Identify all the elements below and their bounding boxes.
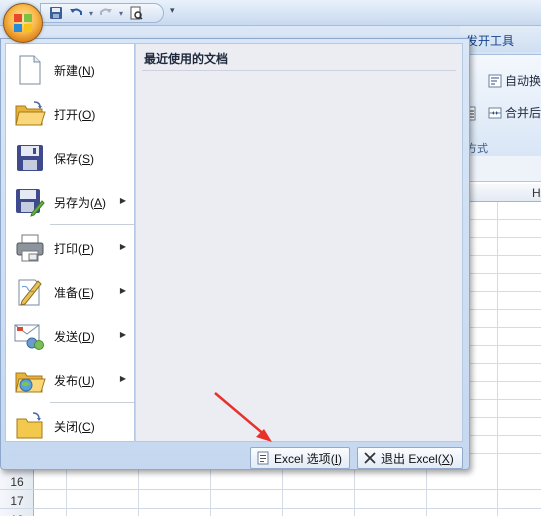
grid-line <box>466 381 541 382</box>
excel-options-label: Excel 选项(I) <box>274 451 343 466</box>
open-folder-icon <box>14 98 46 130</box>
options-document-icon <box>257 451 269 465</box>
redo-icon[interactable] <box>97 5 115 21</box>
redo-dropdown-icon[interactable]: ▾ <box>117 9 125 18</box>
undo-icon[interactable] <box>67 5 85 21</box>
office-button[interactable] <box>3 3 43 43</box>
row-header-16[interactable]: 16 <box>0 475 34 489</box>
grid-line <box>466 453 541 454</box>
submenu-arrow-icon: ▶ <box>119 242 126 251</box>
grid-line <box>0 508 541 509</box>
grid-line <box>66 470 67 516</box>
grid-line <box>466 399 541 400</box>
recent-documents-divider <box>142 70 456 71</box>
menu-item-print[interactable]: 打印(P) ▶ <box>6 226 134 270</box>
grid-line <box>0 489 541 490</box>
excel-options-button[interactable]: Excel 选项(I) <box>250 447 350 469</box>
merge-center-button[interactable]: 合并后 <box>488 104 541 121</box>
recent-documents-title: 最近使用的文档 <box>144 52 229 66</box>
menu-item-prepare[interactable]: 准备(E) ▶ <box>6 270 134 314</box>
office-menu-footer: Excel 选项(I) 退出 Excel(X) <box>1 444 469 470</box>
menu-item-save[interactable]: 保存(S) <box>6 136 134 180</box>
grid-line <box>354 470 355 516</box>
new-document-icon <box>14 54 46 86</box>
grid-line <box>497 470 498 516</box>
tab-developer[interactable]: 发开工具 <box>466 32 514 49</box>
office-logo-icon <box>14 14 32 32</box>
menu-item-label: 发送(D) <box>54 329 95 344</box>
grid-line <box>466 237 541 238</box>
grid-line <box>466 273 541 274</box>
merge-cells-icon <box>488 107 502 118</box>
grid-line <box>210 470 211 516</box>
customize-qat-icon[interactable]: ▾ <box>170 5 175 16</box>
menu-item-label: 保存(S) <box>54 151 95 166</box>
menu-item-label: 准备(E) <box>54 285 95 300</box>
column-header-h[interactable]: H <box>532 186 541 200</box>
menu-item-label: 打开(O) <box>54 107 96 122</box>
grid-line <box>466 435 541 436</box>
grid-line <box>466 219 541 220</box>
grid-line <box>282 470 283 516</box>
grid-line <box>466 417 541 418</box>
submenu-arrow-icon: ▶ <box>119 374 126 383</box>
wrap-text-label: 自动换 <box>505 74 541 88</box>
menu-item-new[interactable]: 新建(N) <box>6 48 134 92</box>
close-icon <box>364 452 376 464</box>
publish-folder-icon <box>14 364 46 396</box>
menu-item-send[interactable]: 发送(D) ▶ <box>6 314 134 358</box>
undo-dropdown-icon[interactable]: ▾ <box>87 9 95 18</box>
save-disk-icon <box>14 142 46 174</box>
menu-separator <box>50 402 134 403</box>
menu-item-label: 另存为(A) <box>54 195 107 210</box>
close-folder-icon <box>14 410 46 442</box>
column-header-bar <box>460 184 541 202</box>
save-as-icon <box>14 186 46 218</box>
printer-icon <box>14 232 46 264</box>
exit-excel-button[interactable]: 退出 Excel(X) <box>357 447 463 469</box>
merge-center-label: 合并后 <box>505 106 541 120</box>
print-preview-icon[interactable] <box>127 5 145 21</box>
quick-access-toolbar: ▾ ▾ <box>40 3 164 23</box>
menu-item-publish[interactable]: 发布(U) ▶ <box>6 358 134 402</box>
wrap-text-button[interactable]: 自动换 <box>488 72 541 89</box>
menu-item-save-as[interactable]: 另存为(A) ▶ <box>6 180 134 224</box>
grid-line <box>466 363 541 364</box>
menu-item-label: 发布(U) <box>54 373 95 388</box>
row-header-17[interactable]: 17 <box>0 494 34 508</box>
submenu-arrow-icon: ▶ <box>119 196 126 205</box>
save-icon[interactable] <box>47 5 65 21</box>
grid-line <box>466 345 541 346</box>
formula-bar[interactable] <box>460 156 541 182</box>
menu-separator <box>50 224 134 225</box>
grid-line <box>466 327 541 328</box>
grid-line <box>466 291 541 292</box>
wrap-text-icon <box>488 74 502 87</box>
grid-line <box>466 255 541 256</box>
office-menu-commands: 新建(N) 打开(O) 保存(S) 另存为(A) ▶ 打印(P) ▶ 准备(E)… <box>5 43 135 442</box>
office-menu: 新建(N) 打开(O) 保存(S) 另存为(A) ▶ 打印(P) ▶ 准备(E)… <box>0 38 470 470</box>
prepare-pen-icon <box>14 276 46 308</box>
grid-line <box>426 470 427 516</box>
send-mail-icon <box>14 320 46 352</box>
menu-item-label: 打印(P) <box>54 241 95 256</box>
submenu-arrow-icon: ▶ <box>119 286 126 295</box>
grid-line <box>466 309 541 310</box>
grid-line <box>497 202 498 472</box>
menu-item-close[interactable]: 关闭(C) <box>6 404 134 448</box>
submenu-arrow-icon: ▶ <box>119 330 126 339</box>
grid-line <box>138 470 139 516</box>
exit-excel-label: 退出 Excel(X) <box>381 451 454 466</box>
row-header-bar: 16 17 18 <box>0 470 34 516</box>
menu-item-open[interactable]: 打开(O) <box>6 92 134 136</box>
menu-item-label: 关闭(C) <box>54 419 95 434</box>
menu-item-label: 新建(N) <box>54 63 95 78</box>
recent-documents-panel: 最近使用的文档 <box>135 43 463 442</box>
